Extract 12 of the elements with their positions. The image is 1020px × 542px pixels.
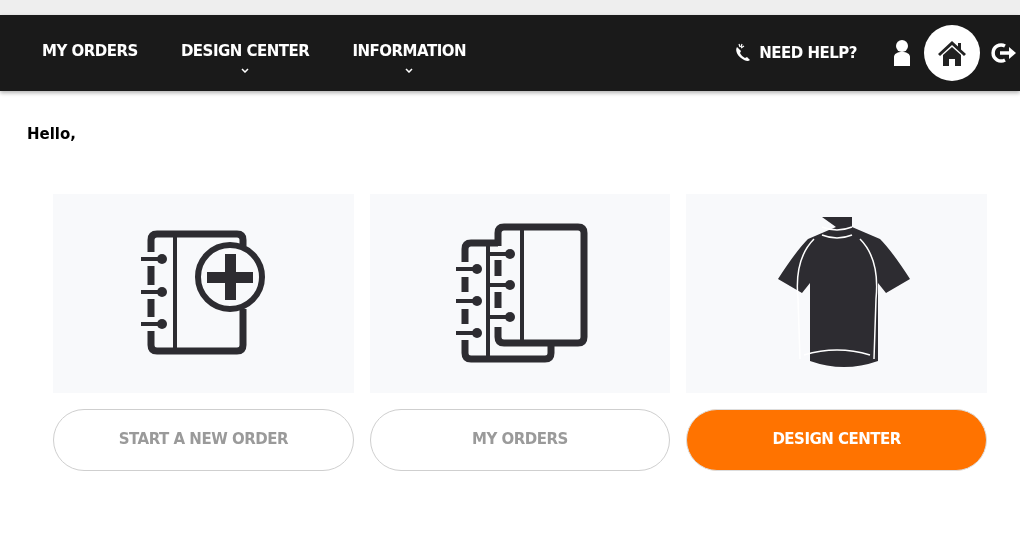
nav-link[interactable]: INFORMATION <box>352 41 467 61</box>
nav-link[interactable]: MY ORDERS <box>42 41 138 61</box>
nav-link[interactable]: DESIGN CENTER <box>180 41 310 61</box>
user-icon[interactable] <box>893 39 911 67</box>
greeting-text: Hello, <box>27 124 77 145</box>
chevron-down-icon[interactable] <box>241 68 250 73</box>
notebook-plus-icon <box>139 230 268 356</box>
home-icon <box>937 39 967 67</box>
chevron-down-icon[interactable] <box>405 68 414 73</box>
home-button[interactable] <box>924 25 980 81</box>
logout-icon[interactable] <box>990 41 1018 65</box>
help-link[interactable]: NEED HELP? <box>732 41 857 65</box>
